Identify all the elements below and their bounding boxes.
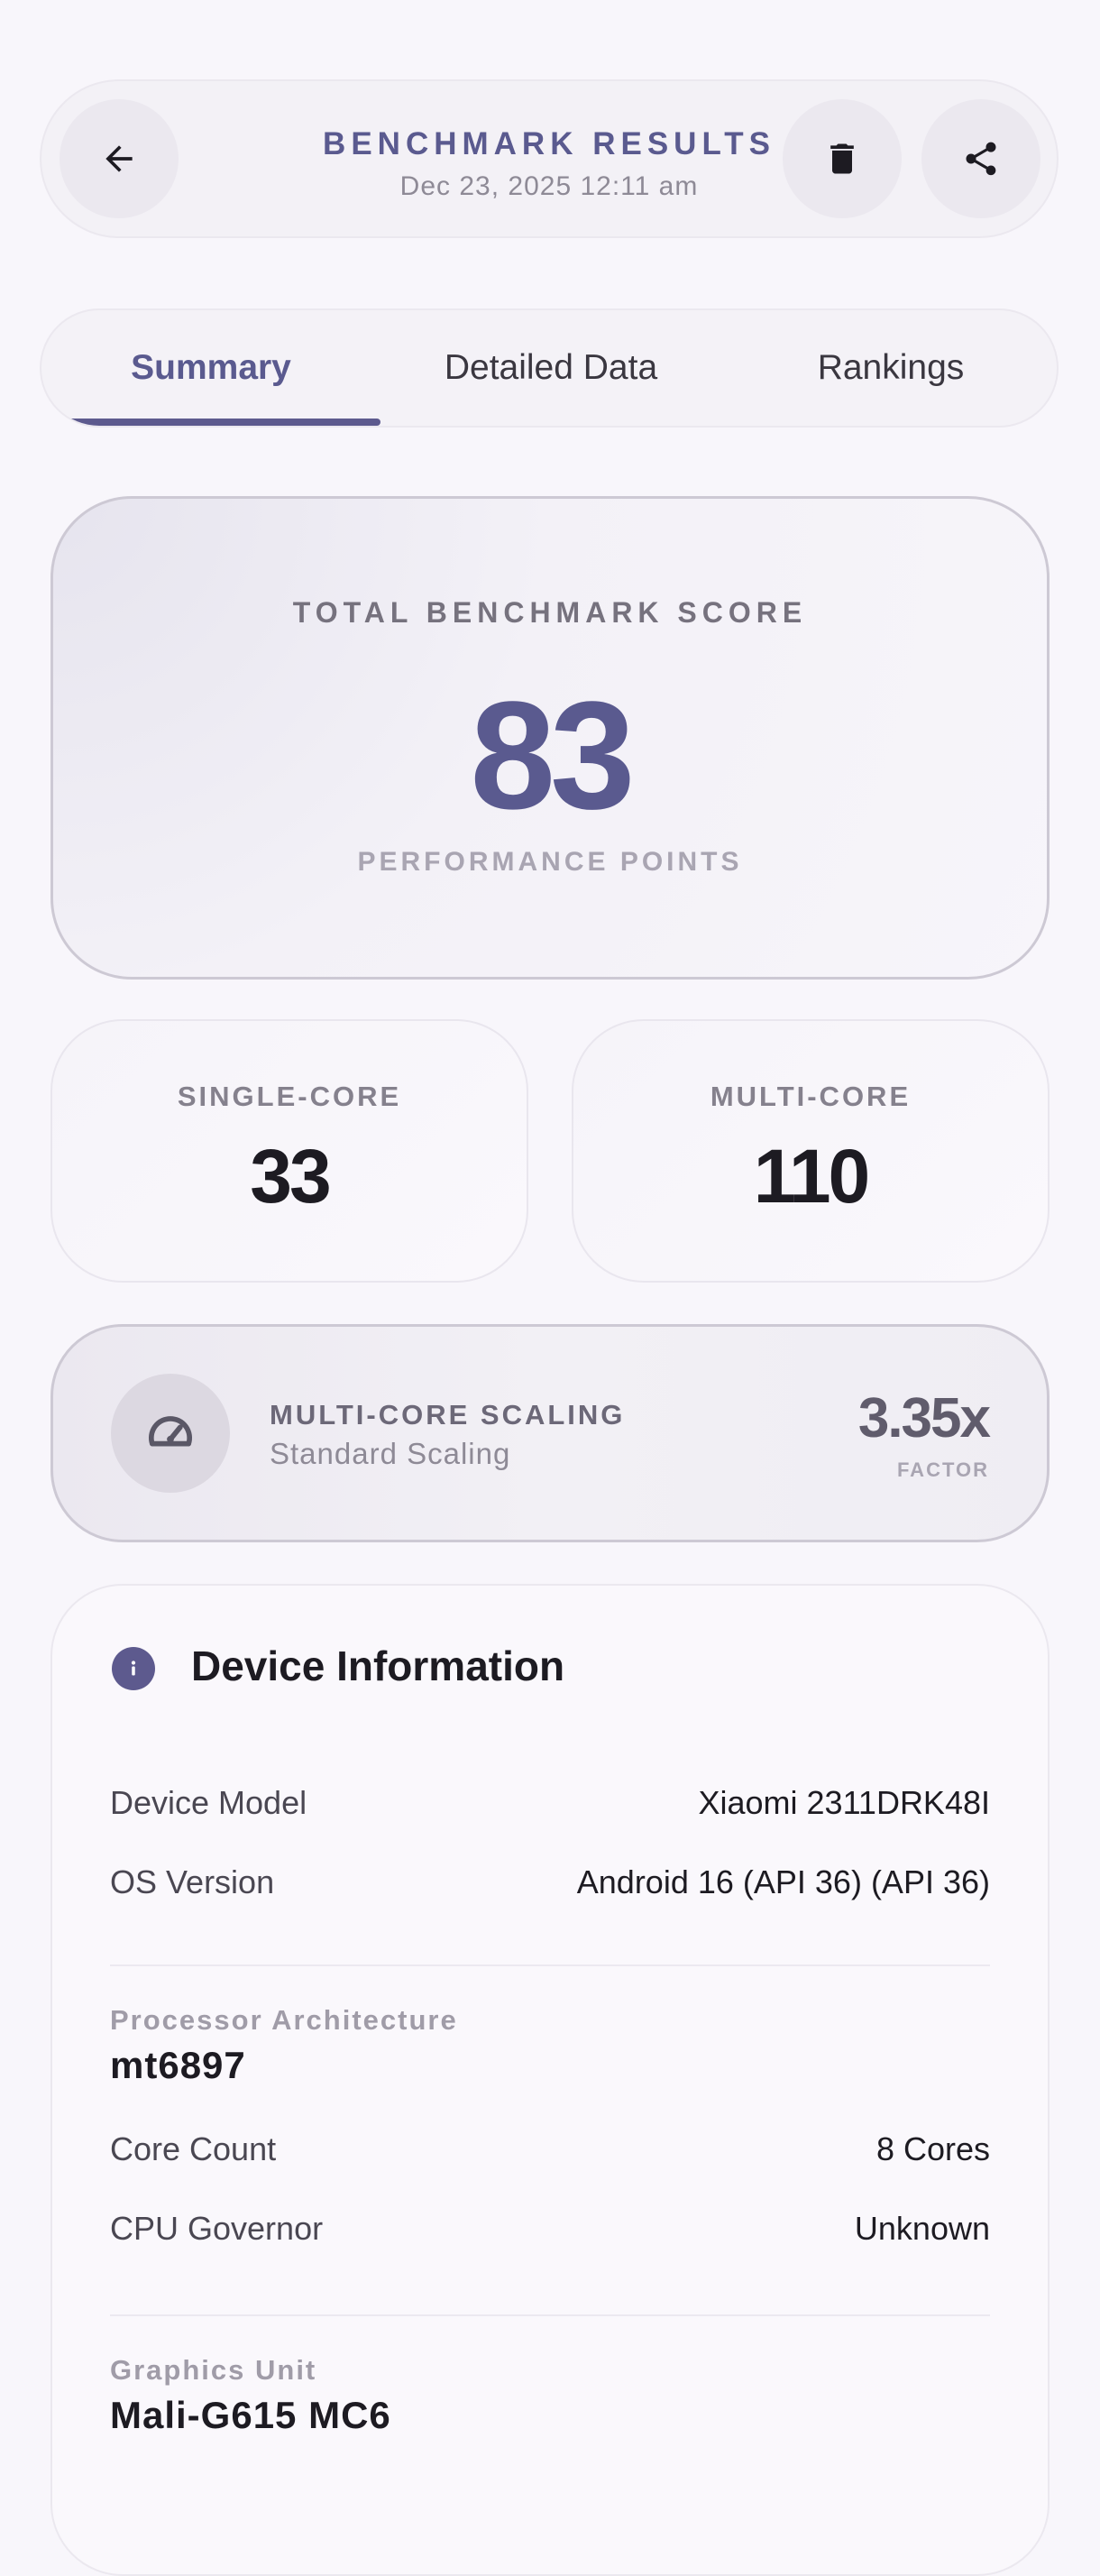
scaling-value: 3.35x [857, 1387, 991, 1449]
total-score-unit: PERFORMANCE POINTS [357, 847, 743, 877]
core-count-key: Core Count [110, 2130, 277, 2167]
cpu-governor-key: CPU Governor [110, 2210, 324, 2247]
device-model-key: Device Model [110, 1784, 307, 1821]
tab-rankings[interactable]: Rankings [721, 310, 1057, 426]
total-score-label: TOTAL BENCHMARK SCORE [292, 596, 808, 629]
total-score-card: TOTAL BENCHMARK SCORE 83 PERFORMANCE POI… [50, 496, 1050, 980]
graphics-value: Mali-G615 MC6 [110, 2394, 391, 2436]
device-model-value: Xiaomi 2311DRK48I [698, 1784, 990, 1821]
share-button[interactable] [921, 99, 1040, 218]
cpu-governor-row: CPU Governor Unknown [110, 2206, 990, 2251]
single-core-value: 33 [250, 1134, 331, 1219]
multi-core-scaling-card: MULTI-CORE SCALING Standard Scaling 3.35… [50, 1324, 1050, 1542]
scaling-subtitle: Standard Scaling [270, 1437, 511, 1470]
single-core-label: SINGLE-CORE [177, 1081, 402, 1112]
multi-core-value: 110 [753, 1134, 871, 1219]
os-version-key: OS Version [110, 1863, 275, 1900]
section-divider [110, 1964, 990, 1966]
page-title: BENCHMARK RESULTS [323, 126, 775, 161]
top-app-bar: BENCHMARK RESULTS Dec 23, 2025 12:11 am [40, 79, 1059, 238]
scaling-icon-badge [111, 1374, 230, 1493]
result-tabs: Summary Detailed Data Rankings [40, 308, 1059, 428]
multi-core-label: MULTI-CORE [710, 1081, 912, 1112]
tab-summary[interactable]: Summary [41, 310, 380, 426]
os-version-value: Android 16 (API 36) (API 36) [576, 1863, 990, 1900]
graphics-label: Graphics Unit [110, 2354, 317, 2386]
os-version-row: OS Version Android 16 (API 36) (API 36) [110, 1860, 990, 1905]
processor-label: Processor Architecture [110, 2004, 458, 2036]
delete-button[interactable] [783, 99, 902, 218]
total-score-value: 83 [470, 670, 635, 842]
result-datetime: Dec 23, 2025 12:11 am [399, 171, 699, 201]
tab-detailed-data[interactable]: Detailed Data [381, 310, 720, 426]
section-divider [110, 2314, 990, 2316]
single-core-card: SINGLE-CORE 33 [50, 1019, 528, 1283]
core-count-row: Core Count 8 Cores [110, 2127, 990, 2172]
speedometer-icon [148, 1416, 193, 1447]
device-information-card: Device Information Device Model Xiaomi 2… [50, 1584, 1050, 2576]
scaling-title: MULTI-CORE SCALING [270, 1399, 626, 1431]
device-info-title: Device Information [191, 1642, 565, 1689]
info-icon [112, 1647, 155, 1690]
multi-core-card: MULTI-CORE 110 [572, 1019, 1050, 1283]
scaling-factor-label: FACTOR [896, 1458, 989, 1481]
core-count-value: 8 Cores [875, 2130, 990, 2167]
active-tab-indicator [41, 419, 380, 426]
trash-icon [830, 143, 854, 174]
cpu-governor-value: Unknown [854, 2210, 990, 2247]
processor-value: mt6897 [110, 2044, 246, 2086]
share-icon [966, 142, 996, 176]
device-model-row: Device Model Xiaomi 2311DRK48I [110, 1780, 990, 1826]
